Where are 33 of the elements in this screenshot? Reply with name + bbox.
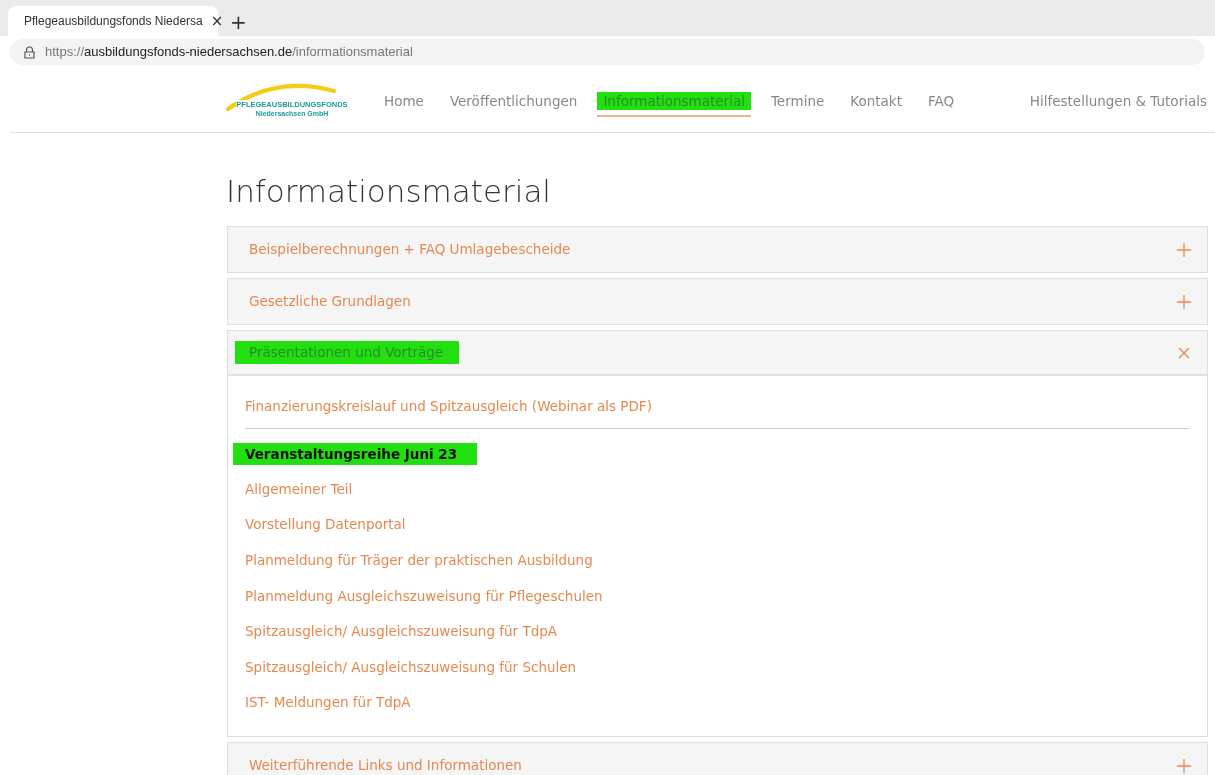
accordion-header[interactable]: Beispielberechnungen + FAQ Umlagebescheide xyxy=(228,227,1207,272)
document-link[interactable]: Allgemeiner Teil xyxy=(245,478,353,515)
accordion-title: Beispielberechnungen + FAQ Umlagebescheide xyxy=(249,240,571,260)
document-link[interactable]: Finanzierungskreislauf und Spitzausgleich (Webinar als PDF) xyxy=(245,396,652,432)
document-link[interactable]: Spitzausgleich/ Ausgleichszuweisung für Schulen xyxy=(245,656,577,693)
accordion-title: Präsentationen und Vorträge xyxy=(235,341,460,364)
lock-icon xyxy=(24,45,35,59)
nav-link[interactable]: Termine xyxy=(764,85,831,117)
url-text: https://ausbildungsfonds-niedersachsen.de/informationsmaterial xyxy=(45,43,413,62)
document-link[interactable]: Planmeldung Ausgleichszuweisung für Pflegeschulen xyxy=(245,585,603,622)
nav-link[interactable]: Veröffentlichungen xyxy=(443,85,584,117)
accordion-header[interactable]: Gesetzliche Grundlagen xyxy=(228,279,1207,324)
plus-icon[interactable] xyxy=(1177,242,1191,257)
address-bar[interactable]: https://ausbildungsfonds-niedersachsen.de/informationsmaterial xyxy=(10,39,1205,65)
document-link[interactable]: Spitzausgleich/ Ausgleichszuweisung für TdpA xyxy=(245,621,558,657)
section-heading: Veranstaltungsreihe Juni 23 xyxy=(233,442,478,465)
document-link[interactable]: Planmeldung für Träger der praktischen Ausbildung xyxy=(245,550,593,586)
accordion-title: Gesetzliche Grundlagen xyxy=(249,292,411,312)
accordion-header[interactable]: Weiterführende Links und Informationen xyxy=(228,743,1207,775)
page-title: Informationsmaterial xyxy=(226,172,552,211)
tab-title: Pflegeausbildungsfonds Niedersa xyxy=(24,13,203,30)
nav-link[interactable]: Kontakt xyxy=(844,85,908,117)
accordion-header[interactable]: Präsentationen und Vorträge xyxy=(228,331,1207,376)
nav-link[interactable]: Home xyxy=(378,85,430,117)
nav-link[interactable]: Hilfestellungen & Tutorials xyxy=(1029,90,1207,112)
plus-icon[interactable] xyxy=(1177,758,1191,773)
document-link[interactable]: IST- Meldungen für TdpA xyxy=(245,692,411,728)
close-icon[interactable] xyxy=(1177,345,1191,360)
plus-icon[interactable] xyxy=(1177,294,1191,309)
nav-link[interactable]: FAQ xyxy=(921,85,961,117)
accordion-title: Weiterführende Links und Informationen xyxy=(249,756,522,775)
document-link[interactable]: Vorstellung Datenportal xyxy=(245,514,406,551)
new-tab-button[interactable]: + xyxy=(224,12,253,32)
